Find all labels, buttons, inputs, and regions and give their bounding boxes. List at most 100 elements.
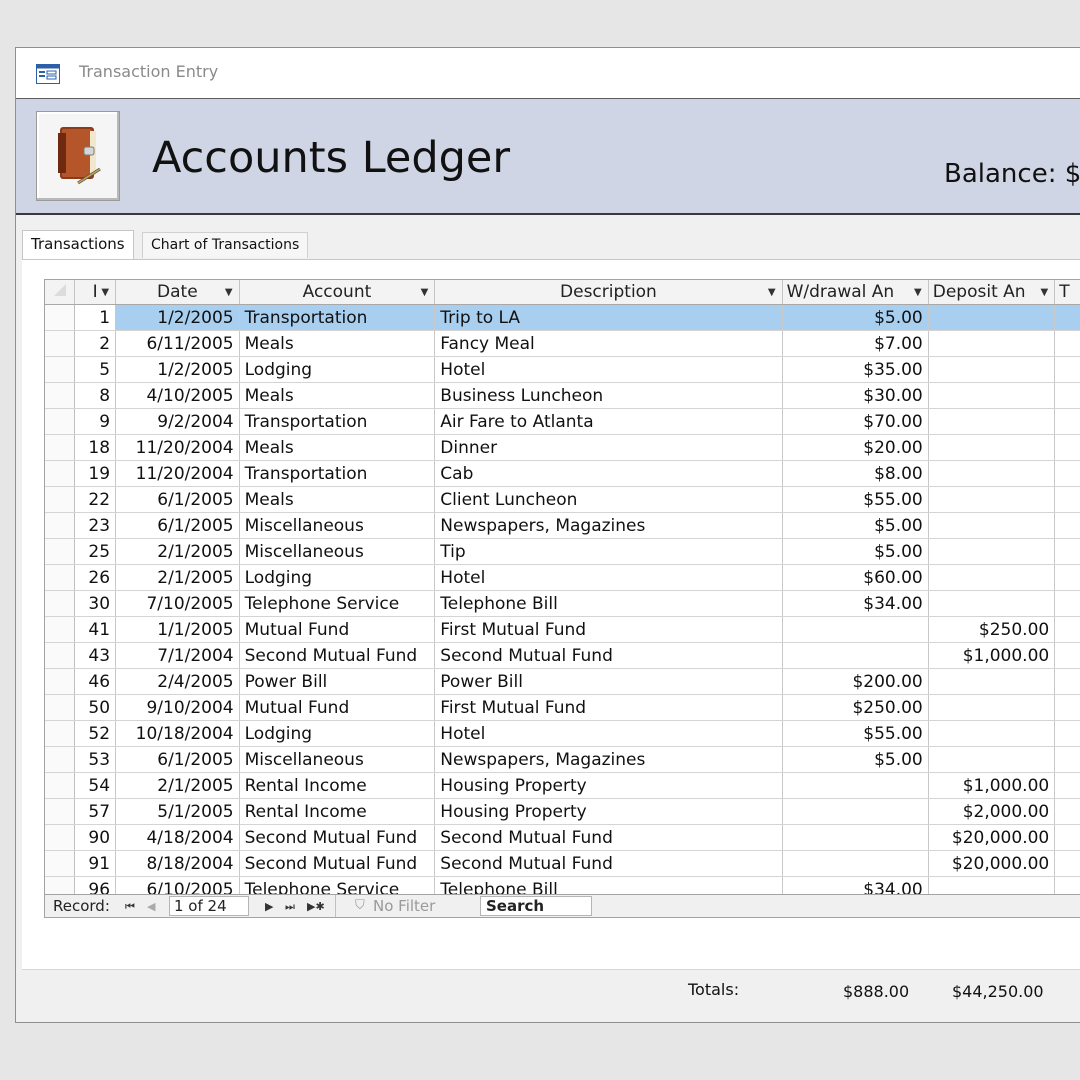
cell-description[interactable]: Second Mutual Fund [434,850,783,877]
table-row[interactable]: 25 2/1/2005 Miscellaneous Tip $5.00 [45,538,1080,565]
cell-t[interactable] [1054,330,1080,357]
cell-date[interactable]: 4/10/2005 [115,382,240,409]
cell-description[interactable]: Newspapers, Magazines [434,512,783,539]
cell-account[interactable]: Lodging [239,564,436,591]
table-row[interactable]: 9 9/2/2004 Transportation Air Fare to Atlan… [45,408,1080,435]
cell-withdrawal[interactable]: $55.00 [782,720,929,747]
cell-account[interactable]: Miscellaneous [239,746,436,773]
cell-withdrawal[interactable]: $200.00 [782,668,929,695]
cell-id[interactable]: 52 [74,720,117,747]
cell-description[interactable]: Trip to LA [434,304,783,331]
cell-id[interactable]: 43 [74,642,117,669]
cell-account[interactable]: Telephone Service [239,876,436,894]
cell-account[interactable]: Second Mutual Fund [239,850,436,877]
cell-id[interactable]: 1 [74,304,117,331]
table-row[interactable]: 19 11/20/2004 Transportation Cab $8.00 [45,460,1080,487]
cell-withdrawal[interactable]: $30.00 [782,382,929,409]
previous-record-icon[interactable]: ◀ [147,900,155,913]
cell-id[interactable]: 5 [74,356,117,383]
cell-deposit[interactable] [928,434,1056,461]
cell-id[interactable]: 18 [74,434,117,461]
cell-date[interactable]: 9/10/2004 [115,694,240,721]
cell-deposit[interactable] [928,590,1056,617]
next-record-icon[interactable]: ▶ [265,900,273,913]
cell-withdrawal[interactable] [782,642,929,669]
cell-withdrawal[interactable]: $55.00 [782,486,929,513]
cell-t[interactable] [1054,590,1080,617]
cell-deposit[interactable] [928,512,1056,539]
new-record-icon[interactable]: ▶✱ [307,900,325,913]
cell-account[interactable]: Second Mutual Fund [239,642,436,669]
cell-date[interactable]: 6/11/2005 [115,330,240,357]
cell-description[interactable]: Housing Property [434,798,783,825]
cell-date[interactable]: 2/4/2005 [115,668,240,695]
cell-description[interactable]: Telephone Bill [434,876,783,894]
cell-description[interactable]: Second Mutual Fund [434,642,783,669]
row-selector[interactable] [45,408,76,435]
cell-deposit[interactable] [928,460,1056,487]
cell-date[interactable]: 6/1/2005 [115,746,240,773]
cell-withdrawal[interactable]: $34.00 [782,876,929,894]
cell-deposit[interactable]: $20,000.00 [928,850,1056,877]
cell-description[interactable]: Housing Property [434,772,783,799]
row-selector[interactable] [45,486,76,513]
cell-date[interactable]: 6/1/2005 [115,486,240,513]
chevron-down-icon[interactable]: ▼ [225,287,233,298]
cell-date[interactable]: 1/2/2005 [115,304,240,331]
cell-date[interactable]: 5/1/2005 [115,798,240,825]
cell-withdrawal[interactable]: $70.00 [782,408,929,435]
cell-account[interactable]: Transportation [239,304,436,331]
table-row[interactable]: 41 1/1/2005 Mutual Fund First Mutual Fund $2… [45,616,1080,643]
column-header-t[interactable]: T [1054,280,1080,305]
row-selector[interactable] [45,694,76,721]
cell-description[interactable]: Power Bill [434,668,783,695]
cell-description[interactable]: Hotel [434,564,783,591]
cell-description[interactable]: Cab [434,460,783,487]
cell-id[interactable]: 57 [74,798,117,825]
column-header-date[interactable]: Date ▼ [115,280,240,305]
row-selector[interactable] [45,798,76,825]
table-row[interactable]: 22 6/1/2005 Meals Client Luncheon $55.00 [45,486,1080,513]
cell-deposit[interactable]: $1,000.00 [928,642,1056,669]
cell-id[interactable]: 46 [74,668,117,695]
cell-date[interactable]: 11/20/2004 [115,460,240,487]
cell-date[interactable]: 7/1/2004 [115,642,240,669]
cell-deposit[interactable] [928,408,1056,435]
cell-account[interactable]: Meals [239,486,436,513]
cell-deposit[interactable] [928,486,1056,513]
cell-t[interactable] [1054,746,1080,773]
cell-t[interactable] [1054,772,1080,799]
row-selector[interactable] [45,642,76,669]
table-row[interactable]: 54 2/1/2005 Rental Income Housing Property $… [45,772,1080,799]
cell-t[interactable] [1054,564,1080,591]
select-all-corner[interactable] [45,280,76,305]
cell-date[interactable]: 8/18/2004 [115,850,240,877]
cell-date[interactable]: 10/18/2004 [115,720,240,747]
cell-id[interactable]: 91 [74,850,117,877]
cell-deposit[interactable] [928,720,1056,747]
no-filter-button[interactable]: No Filter [373,897,435,915]
search-input[interactable]: Search [480,896,592,916]
cell-deposit[interactable] [928,668,1056,695]
cell-deposit[interactable] [928,382,1056,409]
cell-id[interactable]: 53 [74,746,117,773]
table-row[interactable]: 52 10/18/2004 Lodging Hotel $55.00 [45,720,1080,747]
cell-t[interactable] [1054,720,1080,747]
cell-id[interactable]: 26 [74,564,117,591]
cell-date[interactable]: 2/1/2005 [115,772,240,799]
cell-t[interactable] [1054,642,1080,669]
last-record-icon[interactable]: ⏭ [285,900,295,914]
row-selector[interactable] [45,460,76,487]
cell-account[interactable]: Lodging [239,356,436,383]
cell-id[interactable]: 2 [74,330,117,357]
tab-chart-of-transactions[interactable]: Chart of Transactions [142,232,309,258]
table-row[interactable]: 96 6/10/2005 Telephone Service Telephone Bi… [45,876,1080,894]
table-row[interactable]: 5 1/2/2005 Lodging Hotel $35.00 [45,356,1080,383]
cell-account[interactable]: Mutual Fund [239,694,436,721]
cell-date[interactable]: 6/10/2005 [115,876,240,894]
row-selector[interactable] [45,824,76,851]
cell-t[interactable] [1054,694,1080,721]
cell-description[interactable]: Hotel [434,720,783,747]
column-header-description[interactable]: Description ▼ [434,280,783,305]
cell-id[interactable]: 96 [74,876,117,894]
